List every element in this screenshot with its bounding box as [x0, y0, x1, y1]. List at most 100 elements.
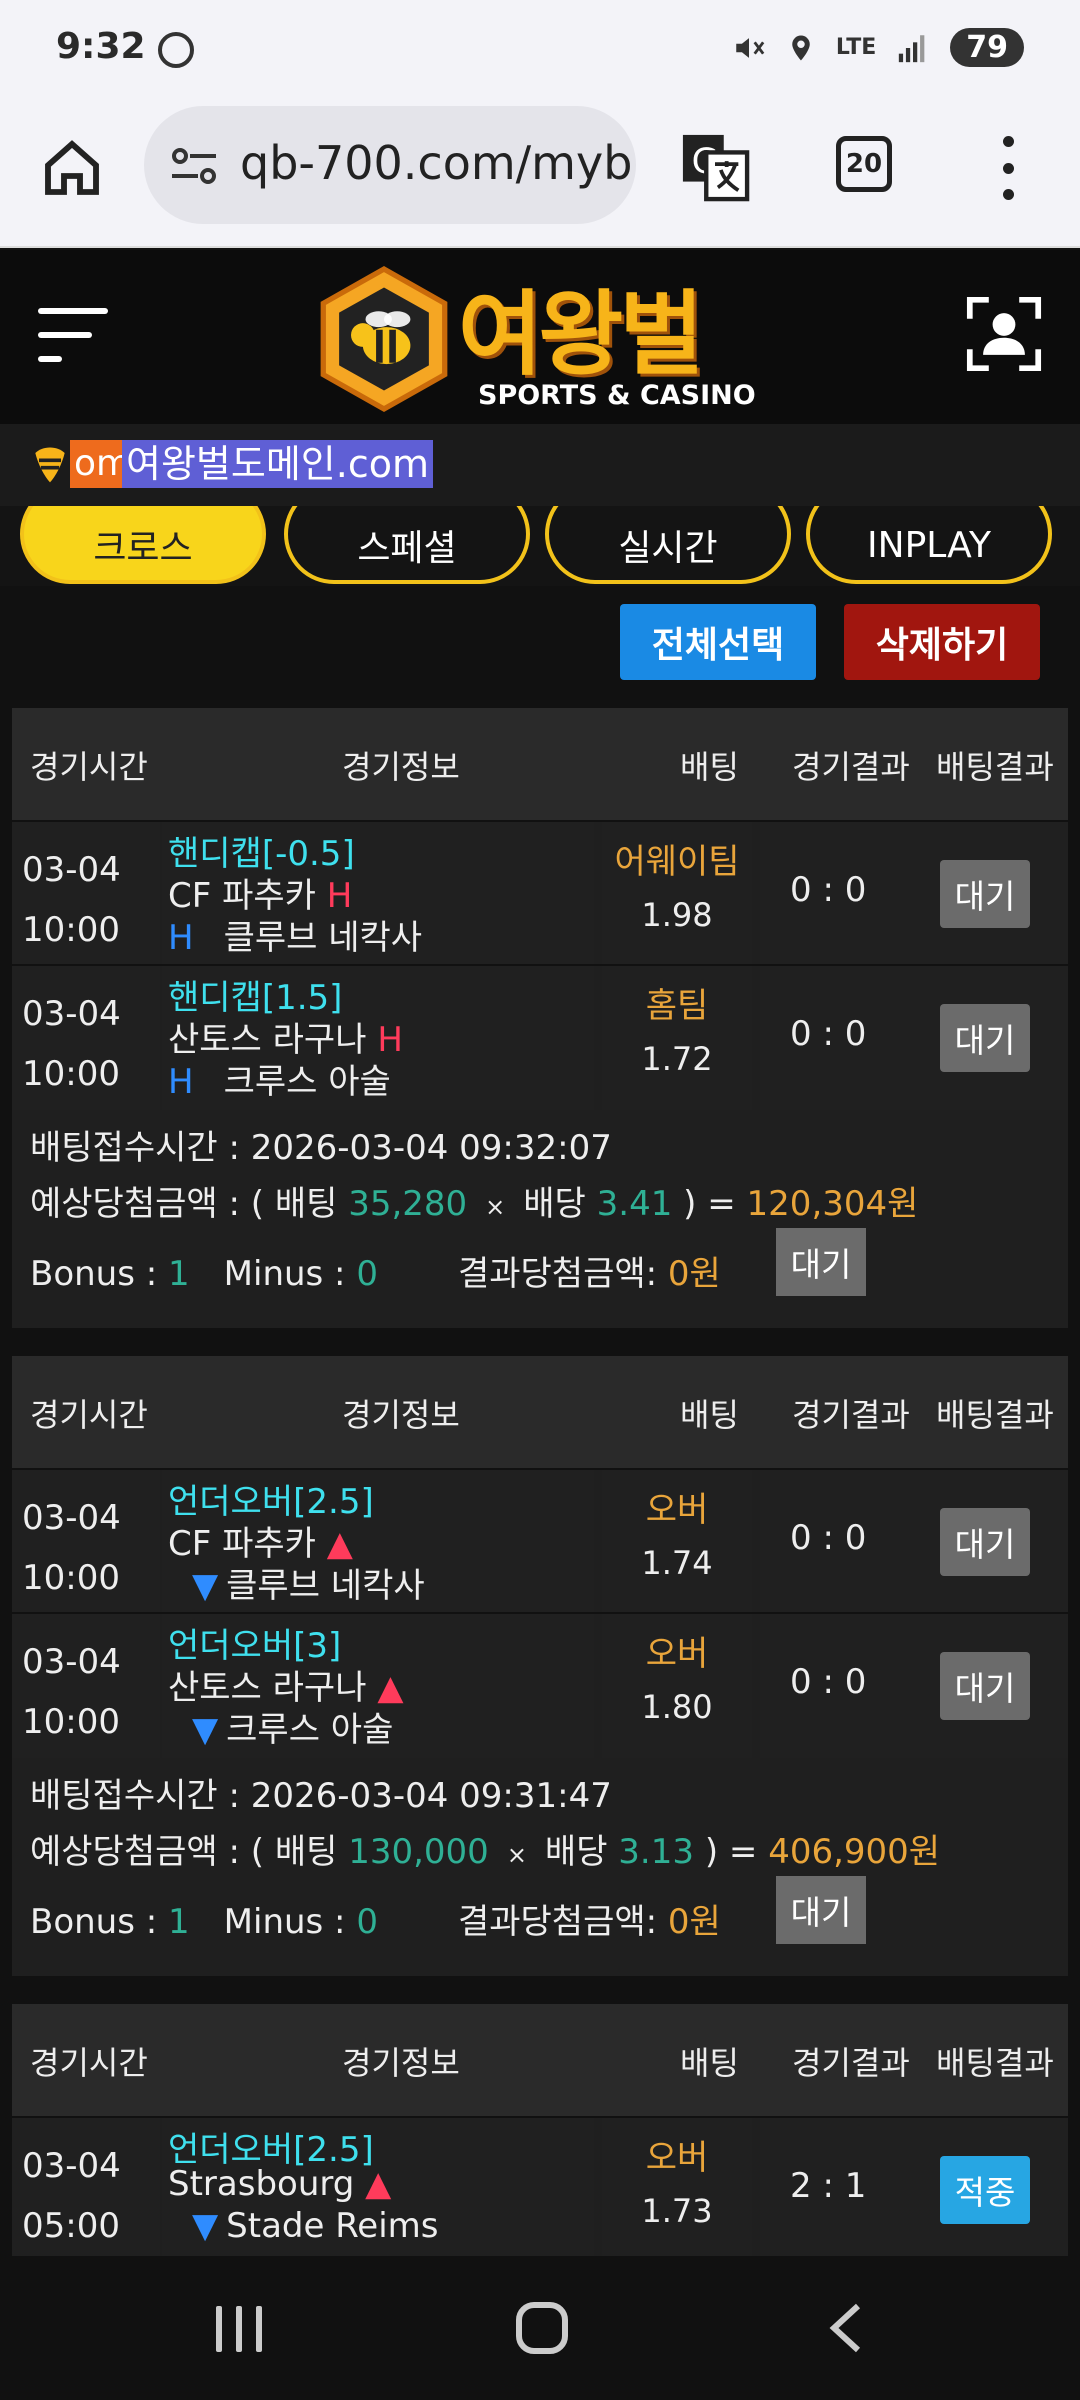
user-profile-icon[interactable]: [966, 296, 1042, 372]
home-team-line: Strasbourg ▲: [168, 2164, 391, 2204]
away-team: 클루브 네칵사: [226, 1566, 425, 1606]
select-all-button[interactable]: 전체선택: [620, 604, 816, 680]
tab-inplay[interactable]: INPLAY: [806, 506, 1052, 584]
match-datetime: 03-04 10:00: [22, 984, 121, 1104]
more-options-icon[interactable]: [996, 136, 1020, 200]
tab-count-button[interactable]: 20: [836, 136, 892, 192]
bonus-value: 1: [168, 1254, 190, 1294]
home-icon[interactable]: [40, 136, 104, 200]
stake-amount: 35,280: [348, 1184, 468, 1224]
translate-icon[interactable]: G: [680, 132, 750, 202]
match-time-cell: 03-04 10:00: [12, 1470, 160, 1614]
match-date: 03-04: [22, 994, 121, 1034]
away-marker: ▼: [192, 1566, 219, 1606]
header-time: 경기시간: [30, 748, 148, 786]
network-type: LTE: [835, 35, 877, 60]
match-time: 05:00: [22, 2206, 120, 2246]
match-score: 0 : 0: [790, 870, 867, 910]
bonus-line: Bonus : 1 Minus : 0 결과당첨금액: 0원: [30, 1246, 721, 1295]
bet-status-badge: 대기: [940, 1004, 1030, 1072]
match-time: 10:00: [22, 1558, 120, 1598]
tab-special[interactable]: 스페셜: [284, 506, 530, 584]
status-icons: LTE 79: [732, 28, 1024, 67]
match-score: 2 : 1: [790, 2166, 867, 2206]
match-time-cell: 03-04 10:00: [12, 1614, 160, 1758]
result-cell: 0 : 0 대기: [760, 1614, 1068, 1758]
away-marker: H: [168, 918, 194, 958]
match-datetime: 03-04 10:00: [22, 840, 121, 960]
table-row: 03-04 10:00 언더오버[2.5] CF 파추카 ▲ ▼ 클루브 네칵사 오버 1.7…: [12, 1468, 1068, 1614]
bet-pick-cell: 오버 1.80: [602, 1614, 752, 1758]
match-info-cell: 핸디캡[-0.5] CF 파추카 H H 클루브 네칵사: [162, 822, 594, 966]
table-row: 03-04 05:00 언더오버[2.5] Strasbourg ▲ ▼ Stade Re…: [12, 2116, 1068, 2256]
notification-icon: [158, 32, 194, 68]
recent-apps-icon[interactable]: [214, 2306, 264, 2352]
bee-icon: [35, 447, 65, 483]
bet-status-badge: 대기: [940, 1652, 1030, 1720]
tab-cross[interactable]: 크로스: [20, 506, 266, 584]
received-label: 배팅접수시간 :: [30, 1128, 240, 1168]
won-amount: 0원: [667, 1254, 721, 1294]
away-team-line: H 클루브 네칵사: [168, 910, 422, 959]
android-nav-bar: [0, 2256, 1080, 2400]
menu-icon[interactable]: [38, 302, 108, 366]
away-team-line: H 크루스 아술: [168, 1054, 391, 1103]
minus-value: 0: [356, 1254, 378, 1294]
expected-win-line: 예상당첨금액 : ( 배팅 130,000 × 배당 3.13 ) = 406,90…: [30, 1824, 940, 1873]
received-time: 2026-03-04 09:31:47: [250, 1776, 612, 1816]
received-time-line: 배팅접수시간 : 2026-03-04 09:31:47: [30, 1768, 612, 1817]
battery-level: 79: [950, 28, 1024, 67]
table-header: 경기시간 경기정보 배팅 경기결과 배팅결과: [12, 708, 1068, 820]
back-icon[interactable]: [826, 2302, 866, 2354]
tab-live[interactable]: 실시간: [545, 506, 791, 584]
url-text: qb-700.com/myb: [240, 136, 633, 190]
status-bar: 9:32 LTE 79: [0, 0, 1080, 100]
signal-icon: [899, 34, 925, 62]
ticker-domain[interactable]: 여왕벌도메인.com: [122, 440, 433, 488]
match-score: 0 : 0: [790, 1014, 867, 1054]
status-time: 9:32: [56, 26, 146, 67]
away-team-line: ▼ 크루스 아술: [168, 1702, 393, 1751]
bet-pick: 오버: [645, 1634, 709, 1674]
bet-pick: 오버: [645, 1490, 709, 1530]
home-marker: ▲: [365, 2164, 392, 2204]
bet-odds: 1.73: [641, 2192, 713, 2230]
result-cell: 0 : 0 대기: [760, 1470, 1068, 1614]
header-bet-result: 배팅결과: [936, 1396, 1054, 1434]
header-info: 경기정보: [342, 2044, 460, 2082]
logo-subtitle: SPORTS & CASINO: [478, 380, 756, 411]
bet-status-badge: 대기: [940, 860, 1030, 928]
bet-slip: 경기시간 경기정보 배팅 경기결과 배팅결과 03-04 10:00 핸디캡[-0.5] CF …: [12, 708, 1068, 1328]
expected-win: 120,304원: [746, 1184, 919, 1224]
match-date: 03-04: [22, 2146, 121, 2186]
bet-odds: 1.74: [641, 1544, 713, 1582]
site-settings-icon[interactable]: [170, 146, 218, 186]
bet-pick-cell: 어웨이팀 1.98: [602, 822, 752, 966]
match-info-cell: 언더오버[3] 산토스 라구나 ▲ ▼ 크루스 아술: [162, 1614, 594, 1758]
bet-odds: 1.80: [641, 1688, 713, 1726]
bet-slip: 경기시간 경기정보 배팅 경기결과 배팅결과 03-04 05:00 언더오버[2.5] Str…: [12, 2004, 1068, 2256]
header-time: 경기시간: [30, 1396, 148, 1434]
match-time: 10:00: [22, 1702, 120, 1742]
bet-type-tabs: 크로스 스페셜 실시간 INPLAY: [0, 506, 1080, 586]
away-marker: ▼: [192, 1710, 219, 1750]
total-odds: 3.41: [596, 1184, 673, 1224]
site-logo[interactable]: 여왕벌 SPORTS & CASINO: [318, 258, 768, 416]
home-nav-icon[interactable]: [516, 2302, 568, 2354]
expected-win-line: 예상당첨금액 : ( 배팅 35,280 × 배당 3.41 ) = 120,304…: [30, 1176, 918, 1225]
header-bet: 배팅: [680, 748, 739, 786]
expected-label: 예상당첨금액 : ( 배팅: [30, 1184, 338, 1224]
away-team: 클루브 네칵사: [223, 918, 423, 958]
minus-label: Minus :: [223, 1902, 346, 1942]
away-team-line: ▼ Stade Reims: [168, 2206, 439, 2246]
away-team: Stade Reims: [226, 2206, 439, 2246]
away-team: 크루스 아술: [223, 1062, 391, 1102]
address-bar[interactable]: qb-700.com/myb: [144, 106, 636, 224]
multiply-sign: ×: [506, 1841, 527, 1869]
delete-button[interactable]: 삭제하기: [844, 604, 1040, 680]
slip-summary: 배팅접수시간 : 2026-03-04 09:32:07 예상당첨금액 : ( 배…: [12, 1108, 1068, 1328]
won-label: 결과당첨금액:: [457, 1902, 658, 1942]
result-cell: 0 : 0 대기: [760, 966, 1068, 1110]
bet-pick: 어웨이팀: [614, 842, 740, 882]
bet-odds: 1.98: [641, 896, 713, 934]
